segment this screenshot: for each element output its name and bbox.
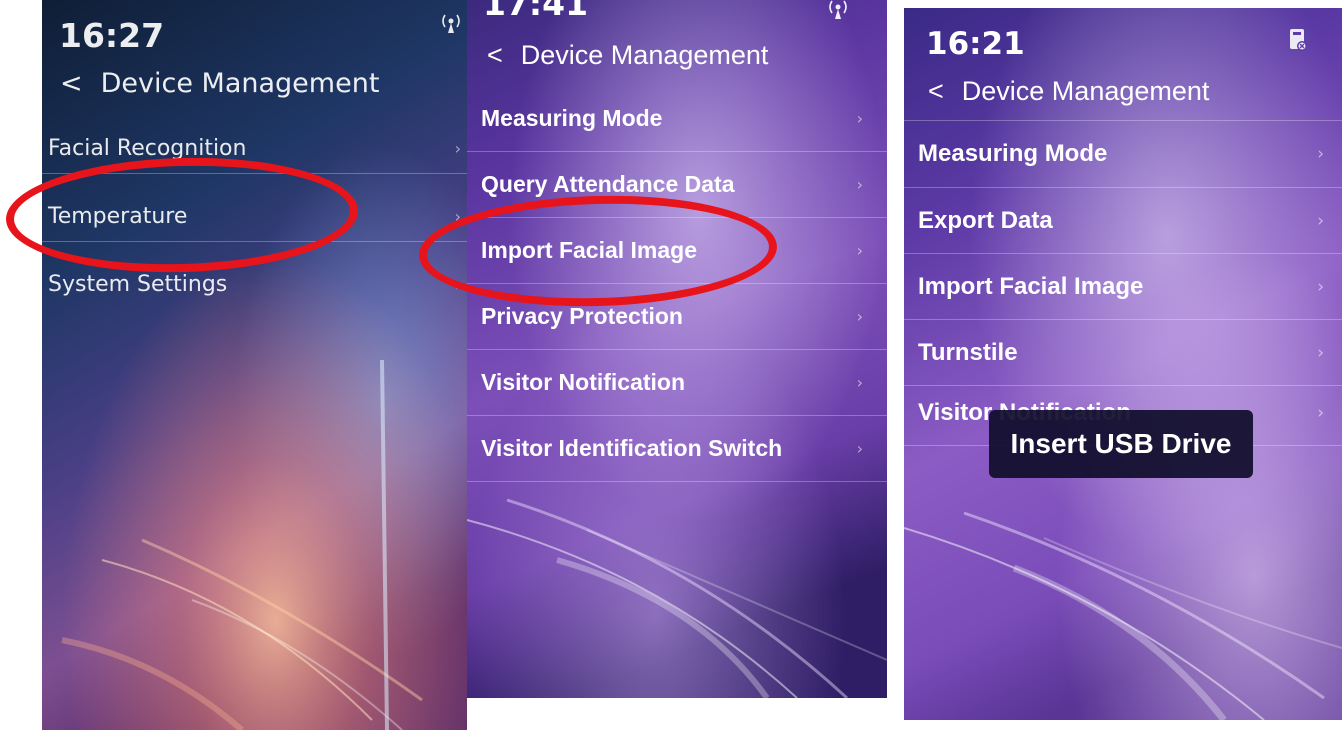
menu-item-turnstile[interactable]: Turnstile › xyxy=(904,320,1342,386)
page-title: Device Management xyxy=(961,76,1210,106)
page-header: < Device Management xyxy=(60,68,379,99)
wallpaper-background xyxy=(42,0,467,730)
toast-message: Insert USB Drive xyxy=(989,410,1253,478)
menu-item-label: Facial Recognition xyxy=(48,135,247,161)
menu-item-label: Visitor Identification Switch xyxy=(481,434,783,461)
menu-item-label: Import Facial Image xyxy=(918,273,1144,300)
page-header: < Device Management xyxy=(487,40,768,71)
menu-item-visitor-identification-switch[interactable]: Visitor Identification Switch › xyxy=(467,416,887,480)
screen-panel-3: 16:21 < Device Management Measuring Mode… xyxy=(904,8,1342,720)
chevron-right-icon: › xyxy=(856,240,863,260)
signal-icon xyxy=(442,14,460,33)
chevron-right-icon: › xyxy=(454,138,461,158)
menu-item-label: System Settings xyxy=(48,271,228,297)
chevron-right-icon: › xyxy=(856,306,863,326)
chevron-left-icon[interactable]: < xyxy=(60,68,83,99)
status-time: 16:27 xyxy=(59,16,165,55)
chevron-right-icon: › xyxy=(1317,403,1324,423)
chevron-right-icon: › xyxy=(1317,144,1324,164)
screen-panel-1: 16:27 < Device Management Facial Recogni… xyxy=(42,0,467,730)
menu-item-label: Measuring Mode xyxy=(918,140,1108,167)
page-header: < Device Management xyxy=(928,76,1209,107)
screen-panel-2: 17:41 < Device Management Measuring Mode… xyxy=(467,0,887,698)
menu-item-measuring-mode[interactable]: Measuring Mode › xyxy=(904,121,1342,187)
page-title: Device Management xyxy=(520,40,769,70)
chevron-right-icon: › xyxy=(856,438,863,458)
menu-item-export-data[interactable]: Export Data › xyxy=(904,188,1342,254)
chevron-right-icon: › xyxy=(856,174,863,194)
menu-item-label: Query Attendance Data xyxy=(481,170,735,197)
chevron-right-icon: › xyxy=(856,108,863,128)
chevron-right-icon: › xyxy=(1317,277,1324,297)
status-time: 16:21 xyxy=(926,26,1025,62)
menu-item-label: Visitor Notification xyxy=(481,368,686,395)
signal-icon xyxy=(829,0,847,19)
menu-item-label: Turnstile xyxy=(918,339,1018,366)
menu-item-label: Measuring Mode xyxy=(481,104,663,131)
menu-item-label: Privacy Protection xyxy=(481,302,683,329)
chevron-right-icon: › xyxy=(856,372,863,392)
divider xyxy=(467,481,887,482)
page-title: Device Management xyxy=(100,68,380,99)
storage-icon xyxy=(1290,29,1307,51)
menu-item-import-facial-image[interactable]: Import Facial Image › xyxy=(904,254,1342,320)
menu-item-label: Export Data xyxy=(918,207,1053,234)
chevron-left-icon[interactable]: < xyxy=(487,40,503,71)
chevron-left-icon[interactable]: < xyxy=(928,76,944,107)
menu-item-measuring-mode[interactable]: Measuring Mode › xyxy=(467,86,887,150)
status-time: 17:41 xyxy=(483,0,589,23)
chevron-right-icon: › xyxy=(1317,343,1324,363)
chevron-right-icon: › xyxy=(1317,211,1324,231)
menu-item-visitor-notification[interactable]: Visitor Notification › xyxy=(467,350,887,414)
